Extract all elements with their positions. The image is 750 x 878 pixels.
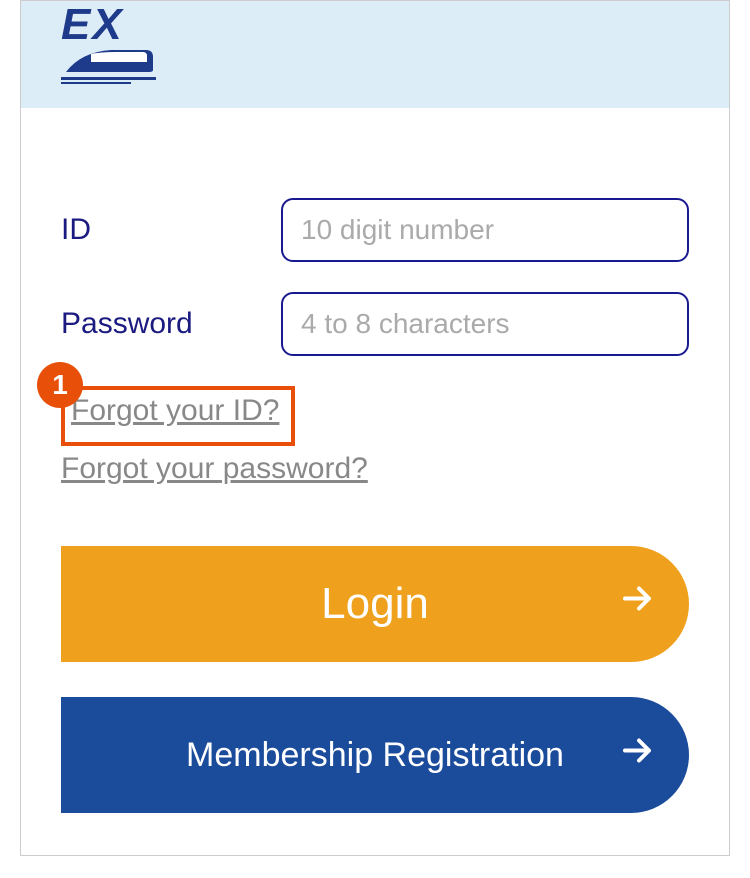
forgot-id-link[interactable]: Forgot your ID? bbox=[71, 394, 279, 428]
id-label: ID bbox=[61, 213, 281, 247]
logo-text: EX bbox=[61, 3, 124, 47]
forgot-password-link[interactable]: Forgot your password? bbox=[61, 452, 368, 486]
password-input[interactable] bbox=[281, 292, 689, 356]
arrow-right-icon bbox=[617, 579, 657, 630]
register-button-label: Membership Registration bbox=[186, 736, 564, 775]
annotation-badge: 1 bbox=[37, 362, 83, 408]
password-row: Password bbox=[61, 292, 689, 356]
login-button[interactable]: Login bbox=[61, 546, 689, 662]
train-icon bbox=[61, 42, 156, 92]
id-input[interactable] bbox=[281, 198, 689, 262]
content: ID Password 1 Forgot your ID? Forgot you… bbox=[21, 108, 729, 878]
register-button[interactable]: Membership Registration bbox=[61, 697, 689, 813]
login-container: EX ID Password 1 Forgot your ID? bbox=[20, 0, 730, 856]
annotation-highlight: 1 Forgot your ID? bbox=[61, 386, 295, 446]
logo: EX bbox=[61, 1, 156, 92]
arrow-right-icon bbox=[617, 731, 657, 780]
id-row: ID bbox=[61, 198, 689, 262]
header: EX bbox=[21, 1, 729, 108]
password-label: Password bbox=[61, 307, 281, 341]
login-button-label: Login bbox=[321, 579, 429, 629]
links-section: 1 Forgot your ID? Forgot your password? bbox=[61, 386, 689, 496]
